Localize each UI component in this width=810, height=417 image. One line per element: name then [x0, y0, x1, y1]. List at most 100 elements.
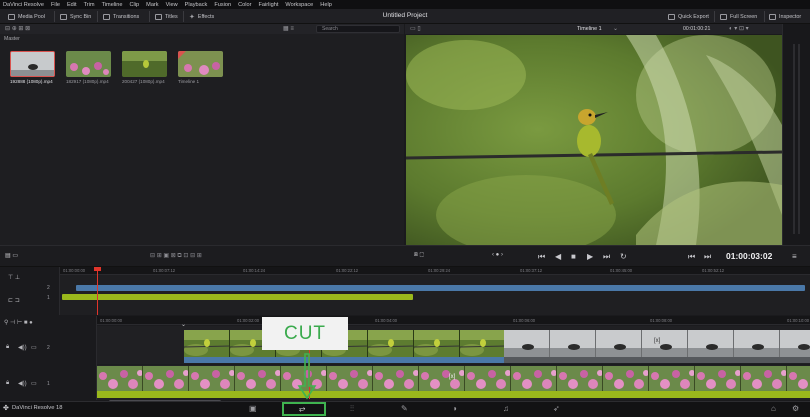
upper-ruler[interactable]: 01:00:00:00 01:00:07:12 01:00:14:24 01:0… — [60, 267, 810, 275]
home-icon[interactable]: ⌂ — [771, 404, 776, 413]
menu-clip[interactable]: Clip — [130, 2, 140, 8]
play-icon[interactable]: ▶ — [587, 252, 593, 261]
audio-icon-v2[interactable]: ◀)) — [18, 344, 27, 351]
timeline-name[interactable]: Timeline 1 — [577, 26, 602, 32]
transitions-label: Transitions — [113, 13, 140, 20]
video-viewer[interactable] — [406, 35, 782, 245]
lower-tools-icon[interactable]: ⚲ ⊣ ⊢ ■ ● — [4, 319, 33, 326]
chevron-down-icon[interactable]: ⌄ — [613, 25, 618, 32]
viewer-mode-icon[interactable]: ▭ ▯ — [410, 25, 421, 32]
tick-label: 01:00:00:00 — [100, 318, 123, 323]
upper-playhead[interactable] — [97, 268, 98, 315]
reverse-play-icon[interactable]: ◀ — [555, 252, 561, 261]
menu-edit[interactable]: Edit — [67, 2, 77, 8]
menu-file[interactable]: File — [51, 2, 60, 8]
cut-page-icon: ⥂ — [299, 404, 306, 413]
prev-edit-icon[interactable]: ⏮ — [688, 252, 695, 262]
color-page-icon[interactable]: ◑ — [452, 404, 457, 413]
bird-on-wire-frame — [406, 35, 782, 245]
menu-fusion[interactable]: Fusion — [214, 2, 231, 8]
view-mode-icon[interactable]: ▦ ≡ — [283, 25, 294, 32]
clip-thumb-192888[interactable] — [10, 51, 55, 77]
upper-playhead-handle[interactable] — [94, 267, 101, 271]
loop-icon[interactable]: ↻ — [620, 252, 627, 261]
export-icon — [668, 13, 675, 20]
top-toolbar: Media Pool Sync Bin Transitions Titles ✦… — [0, 9, 810, 24]
inspector-button[interactable]: Inspector — [769, 12, 801, 21]
go-to-end-icon[interactable]: ⏭ — [603, 252, 610, 262]
titles-button[interactable]: Titles — [155, 12, 178, 21]
effects-label: Effects — [197, 13, 215, 20]
monitor-icon-v1[interactable]: ▭ — [31, 380, 37, 387]
stop-icon[interactable]: ■ — [571, 252, 576, 261]
lower-ruler[interactable]: 01:00:00:00 01:00:02:00 01:00:04:00 01:0… — [97, 316, 810, 325]
bin-label: Master — [4, 36, 20, 42]
safe-area-icon[interactable]: ⧈ ⬚ — [414, 252, 424, 259]
upper-v1-clip-bar[interactable] — [62, 294, 413, 300]
clip-thumb-182917[interactable] — [66, 51, 111, 77]
media-pool-button[interactable]: Media Pool — [8, 12, 45, 21]
menu-workspace[interactable]: Workspace — [285, 2, 313, 8]
snap-icon[interactable]: ⊤ ⊥ — [8, 274, 20, 281]
upper-v2-clip-bar[interactable] — [76, 285, 805, 291]
upper-track-v2-number: 2 — [47, 285, 50, 291]
import-icon[interactable]: ⊟ ⊕ ⊞ ⊠ — [5, 25, 30, 32]
tick-label: 01:00:10:00 — [787, 318, 810, 323]
effects-button[interactable]: ✦ Effects — [189, 12, 214, 21]
lock-icon-v2[interactable]: 🔒︎ — [6, 344, 9, 351]
menu-app[interactable]: DaVinci Resolve — [3, 2, 44, 8]
edit-tools-icon[interactable]: ⊟ ⊞ ▣ ⊠ ⧉ ⊡ ⊟ ⊞ — [150, 252, 202, 260]
tick-label: 01:00:06:00 — [513, 318, 536, 323]
fusion-page-icon[interactable]: ✎ — [401, 404, 408, 413]
quick-export-button[interactable]: Quick Export — [668, 12, 709, 21]
jog-icon[interactable]: ‹ ● › — [492, 252, 503, 258]
full-screen-button[interactable]: Full Screen — [720, 12, 757, 21]
v2-clip-label-bar[interactable] — [184, 357, 504, 363]
audio-icon-v1[interactable]: ◀)) — [18, 380, 27, 387]
menu-playback[interactable]: Playback — [185, 2, 208, 8]
menu-view[interactable]: View — [166, 2, 178, 8]
track-v2-number: 2 — [47, 345, 50, 351]
menu-color[interactable]: Color — [238, 2, 251, 8]
tick-label: 01:00:37:12 — [520, 268, 543, 273]
menu-mark[interactable]: Mark — [146, 2, 158, 8]
sync-bin-button[interactable]: Sync Bin — [60, 12, 91, 21]
clip-thumb-200427[interactable] — [122, 51, 167, 77]
menu-timeline[interactable]: Timeline — [102, 2, 123, 8]
clip-badge: [x] — [654, 338, 661, 344]
menu-trim[interactable]: Trim — [84, 2, 95, 8]
v1-clip-label-bar[interactable] — [97, 391, 810, 398]
fairlight-page-icon[interactable]: ♫ — [503, 404, 509, 413]
search-input[interactable]: Search — [316, 25, 400, 33]
v2-silhouette-bar[interactable] — [504, 357, 810, 363]
gear-icon[interactable]: ⚙ — [792, 404, 799, 413]
deliver-page-icon[interactable]: ➶ — [553, 404, 560, 413]
media-page-icon[interactable]: ▣ — [249, 404, 257, 413]
tick-label: 01:00:14:24 — [243, 268, 266, 273]
tick-label: 01:00:08:00 — [650, 318, 673, 323]
menu-help[interactable]: Help — [320, 2, 332, 8]
green-arrow-icon — [297, 353, 317, 400]
monitor-icon-v2[interactable]: ▭ — [31, 344, 37, 351]
v2-grayscale-strip — [504, 330, 810, 358]
upper-track-v1-number: 1 — [47, 295, 50, 301]
bird-silhouette-thumb — [11, 52, 54, 76]
source-timecode: 00:01:00:21 — [683, 26, 711, 32]
go-to-start-icon[interactable]: ⏮ — [538, 252, 545, 262]
viewer-options-icon[interactable]: ◐ ▾ ⊡ ▾ — [729, 25, 749, 32]
lock-icon-v1[interactable]: 🔒︎ — [6, 380, 9, 387]
v2-clip-silhouette[interactable]: [x] — [504, 330, 810, 358]
transitions-button[interactable]: Transitions — [103, 12, 139, 21]
titles-icon — [155, 13, 162, 20]
menu-fairlight[interactable]: Fairlight — [259, 2, 279, 8]
edit-page-icon[interactable]: ⫶⫶ — [350, 404, 354, 414]
tick-label: 01:00:04:00 — [375, 318, 398, 323]
tick-label: 01:00:07:12 — [153, 268, 176, 273]
ripple-icon[interactable]: ⊏ ⊐ — [8, 297, 20, 304]
v1-clip-flowers[interactable]: [x] — [97, 366, 810, 392]
timeline-options-icon[interactable]: ▤ ▭ — [5, 252, 18, 259]
next-edit-icon[interactable]: ⏭ — [704, 252, 711, 262]
viewer-header: ▭ ▯ Timeline 1 ⌄ 00:01:00:21 ◐ ▾ ⊡ ▾ — [405, 24, 782, 34]
timeline-thumb[interactable] — [178, 51, 223, 77]
menu-icon[interactable]: ≡ — [792, 252, 797, 261]
